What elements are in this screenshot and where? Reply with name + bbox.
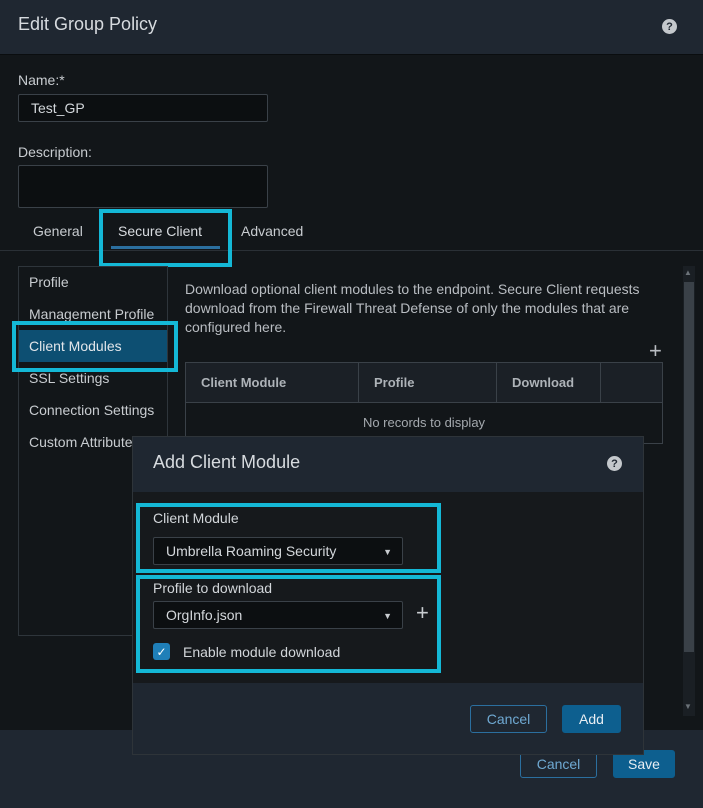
modal-title: Add Client Module xyxy=(153,452,301,472)
scroll-up-icon[interactable]: ▲ xyxy=(684,268,692,277)
name-input[interactable]: Test_GP xyxy=(18,94,268,122)
add-module-plus-icon[interactable]: + xyxy=(649,340,662,362)
table-empty-message: No records to display xyxy=(362,415,486,430)
column-header-client-module: Client Module xyxy=(201,375,287,390)
description-label: Description: xyxy=(18,144,92,160)
client-modules-description: Download optional client modules to the … xyxy=(185,281,640,335)
sidebar-item-custom-attributes[interactable]: Custom Attributes xyxy=(29,434,140,450)
tab-advanced[interactable]: Advanced xyxy=(241,223,303,239)
annotation-highlight-client-module xyxy=(136,503,441,573)
column-separator xyxy=(496,363,497,403)
annotation-highlight-client-modules xyxy=(12,321,178,372)
name-label: Name:* xyxy=(18,72,65,88)
column-separator xyxy=(358,363,359,403)
tab-general[interactable]: General xyxy=(33,223,83,239)
modal-add-button[interactable]: Add xyxy=(562,705,621,733)
scrollbar-thumb[interactable] xyxy=(684,282,694,652)
sidebar-item-profile[interactable]: Profile xyxy=(29,274,69,290)
divider xyxy=(0,54,703,55)
annotation-highlight-profile xyxy=(136,575,441,673)
column-header-download: Download xyxy=(512,375,575,390)
dialog-title: Edit Group Policy xyxy=(18,14,158,34)
question-circle-icon[interactable]: ? xyxy=(662,19,677,34)
modal-cancel-button[interactable]: Cancel xyxy=(470,705,547,733)
description-input[interactable] xyxy=(18,165,268,208)
scroll-down-icon[interactable]: ▼ xyxy=(684,702,692,711)
sidebar-item-ssl-settings[interactable]: SSL Settings xyxy=(29,370,109,386)
column-separator xyxy=(600,363,601,403)
annotation-highlight-tab xyxy=(99,209,232,267)
sidebar-item-connection-settings[interactable]: Connection Settings xyxy=(29,402,154,418)
question-circle-icon[interactable]: ? xyxy=(607,456,622,471)
sidebar-item-management-profile[interactable]: Management Profile xyxy=(29,306,154,322)
column-header-profile: Profile xyxy=(374,375,415,390)
